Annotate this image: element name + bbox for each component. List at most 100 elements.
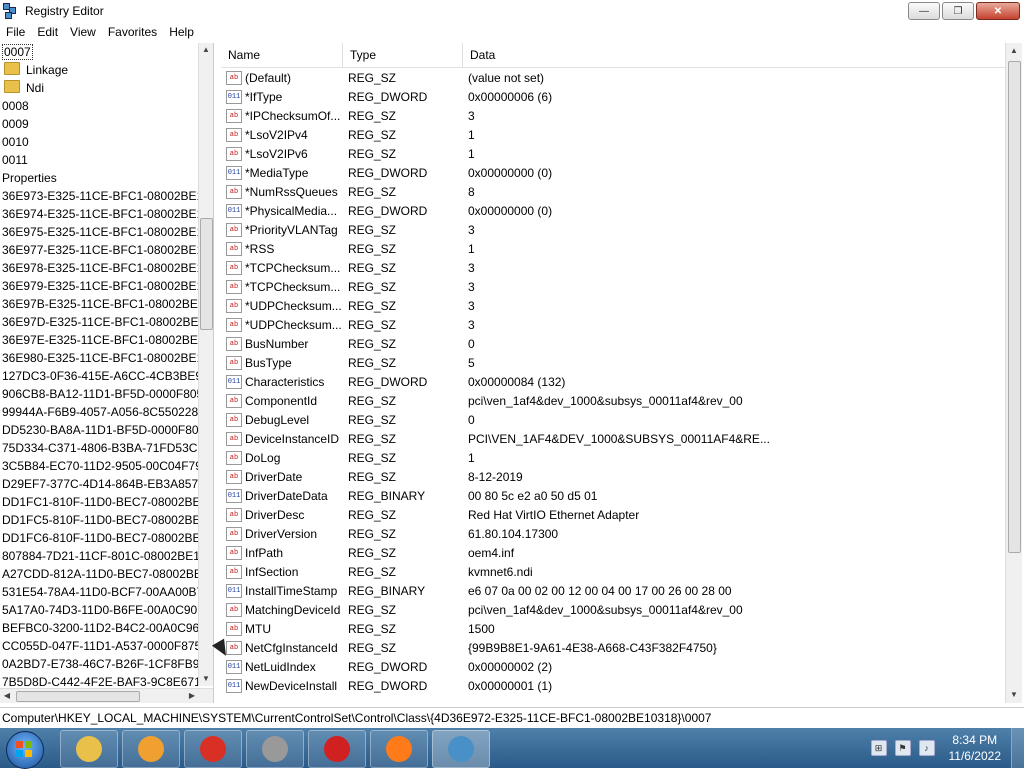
tree-item[interactable]: 36E973-E325-11CE-BFC1-08002BE103 [0, 187, 213, 205]
column-type-header[interactable]: Type [343, 43, 463, 67]
list-row[interactable]: abNetCfgInstanceIdREG_SZ{99B9B8E1-9A61-4… [221, 638, 1022, 657]
column-data-header[interactable]: Data [463, 43, 1010, 67]
tree-item[interactable]: 807884-7D21-11CF-801C-08002BE103 [0, 547, 213, 565]
tree-item[interactable]: Properties [0, 169, 213, 187]
close-button[interactable]: ✕ [976, 2, 1020, 20]
start-button[interactable] [6, 731, 44, 769]
list-row[interactable]: 011CharacteristicsREG_DWORD0x00000084 (1… [221, 372, 1022, 391]
list-row[interactable]: 011InstallTimeStampREG_BINARYe6 07 0a 00… [221, 581, 1022, 600]
tree-horizontal-scrollbar[interactable]: ◀ ▶ [0, 688, 213, 703]
tree-item[interactable]: 75D334-C371-4806-B3BA-71FD53C92 [0, 439, 213, 457]
scroll-up-icon[interactable]: ▲ [1006, 43, 1022, 59]
taskbar-chrome-button[interactable] [184, 730, 242, 768]
menu-help[interactable]: Help [163, 25, 200, 39]
list-row[interactable]: abBusNumberREG_SZ0 [221, 334, 1022, 353]
menu-file[interactable]: File [0, 25, 31, 39]
list-row[interactable]: abDebugLevelREG_SZ0 [221, 410, 1022, 429]
tree-item[interactable]: Linkage [0, 61, 213, 79]
tree-item[interactable]: 36E979-E325-11CE-BFC1-08002BE103 [0, 277, 213, 295]
tree-item[interactable]: D29EF7-377C-4D14-864B-EB3A857693 [0, 475, 213, 493]
tree-item[interactable]: 36E980-E325-11CE-BFC1-08002BE103 [0, 349, 213, 367]
taskbar-explorer-button[interactable] [60, 730, 118, 768]
tree-item[interactable]: 3C5B84-EC70-11D2-9505-00C04F79DE [0, 457, 213, 475]
tree-item[interactable]: 0009 [0, 115, 213, 133]
list-row[interactable]: ab*PriorityVLANTagREG_SZ3 [221, 220, 1022, 239]
taskbar-regedit-button[interactable] [432, 730, 490, 768]
list-row[interactable]: ab*LsoV2IPv4REG_SZ1 [221, 125, 1022, 144]
list-row[interactable]: 011NetLuidIndexREG_DWORD0x00000002 (2) [221, 657, 1022, 676]
list-row[interactable]: 011NewDeviceInstallREG_DWORD0x00000001 (… [221, 676, 1022, 695]
list-row[interactable]: ab*UDPChecksum...REG_SZ3 [221, 315, 1022, 334]
taskbar-flash-button[interactable] [308, 730, 366, 768]
menu-favorites[interactable]: Favorites [102, 25, 163, 39]
tree-item[interactable]: 36E978-E325-11CE-BFC1-08002BE103 [0, 259, 213, 277]
list-row[interactable]: abDriverDateREG_SZ8-12-2019 [221, 467, 1022, 486]
tree-item[interactable]: 36E97D-E325-11CE-BFC1-08002BE103 [0, 313, 213, 331]
list-row[interactable]: abInfSectionREG_SZkvmnet6.ndi [221, 562, 1022, 581]
list-row[interactable]: abDriverDescREG_SZRed Hat VirtIO Etherne… [221, 505, 1022, 524]
tree-item[interactable]: 99944A-F6B9-4057-A056-8C55022854 [0, 403, 213, 421]
menu-view[interactable]: View [64, 25, 102, 39]
list-row[interactable]: 011*MediaTypeREG_DWORD0x00000000 (0) [221, 163, 1022, 182]
list-row[interactable]: abDeviceInstanceIDREG_SZPCI\VEN_1AF4&DEV… [221, 429, 1022, 448]
tree-item[interactable]: 0008 [0, 97, 213, 115]
list-row[interactable]: ab*LsoV2IPv6REG_SZ1 [221, 144, 1022, 163]
tree-item[interactable]: 0A2BD7-E738-46C7-B26F-1CF8FB9F13 [0, 655, 213, 673]
list-row[interactable]: ab*NumRssQueuesREG_SZ8 [221, 182, 1022, 201]
tree-item[interactable]: 0011 [0, 151, 213, 169]
tree-item[interactable]: Ndi [0, 79, 213, 97]
list-row[interactable]: 011*IfTypeREG_DWORD0x00000006 (6) [221, 87, 1022, 106]
list-row[interactable]: ab*IPChecksumOf...REG_SZ3 [221, 106, 1022, 125]
tree-item[interactable]: 36E97B-E325-11CE-BFC1-08002BE103 [0, 295, 213, 313]
volume-icon[interactable]: ♪ [919, 740, 935, 756]
minimize-button[interactable]: — [908, 2, 940, 20]
list-row[interactable]: abInfPathREG_SZoem4.inf [221, 543, 1022, 562]
list-row[interactable]: 011*PhysicalMedia...REG_DWORD0x00000000 … [221, 201, 1022, 220]
taskbar-media-player-button[interactable] [122, 730, 180, 768]
tree-item[interactable]: 0007 [0, 43, 213, 61]
tree-item[interactable]: BEFBC0-3200-11D2-B4C2-00A0C9697 [0, 619, 213, 637]
scroll-down-icon[interactable]: ▼ [199, 672, 213, 686]
show-desktop-button[interactable] [1011, 728, 1024, 768]
tree-item[interactable]: A27CDD-812A-11D0-BEC7-08002BE20 [0, 565, 213, 583]
taskbar-settings-button[interactable] [246, 730, 304, 768]
list-row[interactable]: abMatchingDeviceIdREG_SZpci\ven_1af4&dev… [221, 600, 1022, 619]
tree-item[interactable]: 36E974-E325-11CE-BFC1-08002BE103 [0, 205, 213, 223]
clock[interactable]: 8:34 PM 11/6/2022 [949, 732, 1002, 764]
tree-item[interactable]: 127DC3-0F36-415E-A6CC-4CB3BE910 [0, 367, 213, 385]
tree-item[interactable]: DD1FC5-810F-11D0-BEC7-08002BE20 [0, 511, 213, 529]
menu-edit[interactable]: Edit [31, 25, 64, 39]
tree-item[interactable]: DD5230-BA8A-11D1-BF5D-0000F805F [0, 421, 213, 439]
list-row[interactable]: abMTUREG_SZ1500 [221, 619, 1022, 638]
list-row[interactable]: abDriverVersionREG_SZ61.80.104.17300 [221, 524, 1022, 543]
list-scroll-thumb[interactable] [1008, 61, 1021, 553]
tree-item[interactable]: DD1FC6-810F-11D0-BEC7-08002BE20 [0, 529, 213, 547]
list-vertical-scrollbar[interactable]: ▲ ▼ [1005, 43, 1022, 703]
tree-item[interactable]: 531E54-78A4-11D0-BCF7-00AA00B7B [0, 583, 213, 601]
flag-icon[interactable]: ⚑ [895, 740, 911, 756]
scroll-up-icon[interactable]: ▲ [199, 43, 213, 57]
column-name-header[interactable]: Name [221, 43, 343, 67]
tree-hscroll-thumb[interactable] [16, 691, 140, 702]
maximize-button[interactable]: ❐ [942, 2, 974, 20]
tree-item[interactable]: 5A17A0-74D3-11D0-B6FE-00A0C90F5 [0, 601, 213, 619]
tree-scroll-thumb[interactable] [200, 218, 213, 330]
scroll-left-icon[interactable]: ◀ [0, 689, 14, 703]
list-row[interactable]: ab*RSSREG_SZ1 [221, 239, 1022, 258]
list-row[interactable]: ab*UDPChecksum...REG_SZ3 [221, 296, 1022, 315]
list-row[interactable]: abDoLogREG_SZ1 [221, 448, 1022, 467]
list-row[interactable]: abComponentIdREG_SZpci\ven_1af4&dev_1000… [221, 391, 1022, 410]
scroll-right-icon[interactable]: ▶ [185, 689, 199, 703]
list-row[interactable]: ab(Default)REG_SZ(value not set) [221, 68, 1022, 87]
tree-item[interactable]: DD1FC1-810F-11D0-BEC7-08002BE20 [0, 493, 213, 511]
tree-item[interactable]: 906CB8-BA12-11D1-BF5D-0000F805F5 [0, 385, 213, 403]
tree-item[interactable]: 0010 [0, 133, 213, 151]
scroll-down-icon[interactable]: ▼ [1006, 687, 1022, 703]
tree-item[interactable]: 36E975-E325-11CE-BFC1-08002BE103 [0, 223, 213, 241]
list-row[interactable]: abBusTypeREG_SZ5 [221, 353, 1022, 372]
tree-vertical-scrollbar[interactable]: ▲ ▼ [198, 43, 213, 686]
taskbar-firefox-button[interactable] [370, 730, 428, 768]
list-row[interactable]: ab*TCPChecksum...REG_SZ3 [221, 258, 1022, 277]
network-icon[interactable]: ⊞ [871, 740, 887, 756]
tree-item[interactable]: 36E97E-E325-11CE-BFC1-08002BE103 [0, 331, 213, 349]
